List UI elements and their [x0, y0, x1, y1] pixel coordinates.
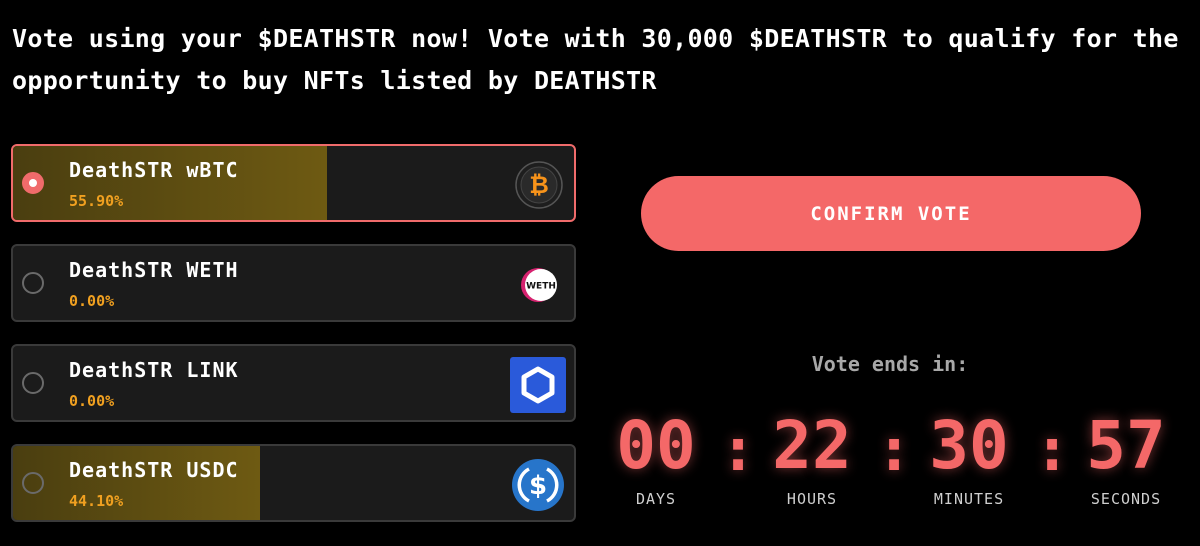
vote-option-wbtc[interactable]: DeathSTR wBTC 55.90% ₿ [11, 144, 576, 222]
minutes-value: 30 [929, 407, 1009, 484]
chainlink-icon [510, 357, 566, 413]
option-percent: 0.00% [69, 292, 115, 310]
weth-icon-text: WETH [526, 282, 556, 292]
radio-button[interactable] [22, 172, 44, 194]
countdown-minutes: 30 MINUTES [889, 407, 1049, 509]
vote-option-usdc[interactable]: DeathSTR USDC 44.10% $ [11, 444, 576, 522]
option-name: DeathSTR LINK [69, 358, 239, 382]
minutes-label: MINUTES [933, 490, 1005, 508]
hours-label: HOURS [786, 490, 838, 508]
vote-ends-label: Vote ends in: [811, 352, 969, 376]
days-value: 00 [616, 407, 696, 484]
svg-text:$: $ [529, 471, 547, 501]
radio-button[interactable] [22, 372, 44, 394]
seconds-value: 57 [1086, 407, 1166, 484]
usdc-icon: $ [512, 459, 564, 511]
option-percent: 0.00% [69, 392, 115, 410]
headline: Vote using your $DEATHSTR now! Vote with… [12, 24, 1179, 95]
countdown-seconds: 57 SECONDS [1046, 407, 1200, 509]
option-name: DeathSTR WETH [69, 258, 239, 282]
days-label: DAYS [635, 490, 677, 508]
option-percent: 44.10% [69, 492, 124, 510]
vote-option-link[interactable]: DeathSTR LINK 0.00% [11, 344, 576, 422]
svg-text:₿: ₿ [529, 171, 549, 199]
radio-button[interactable] [22, 272, 44, 294]
option-name: DeathSTR USDC [69, 458, 239, 482]
option-name: DeathSTR wBTC [69, 158, 239, 182]
countdown-days: 00 DAYS [576, 407, 736, 509]
countdown-hours: 22 HOURS [732, 407, 892, 509]
vote-option-weth[interactable]: DeathSTR WETH 0.00% WETH [11, 244, 576, 322]
radio-button[interactable] [22, 472, 44, 494]
bitcoin-icon: ₿ [515, 161, 563, 209]
countdown-timer: 00 DAYS : 22 HOURS : 30 MINUTES : 57 SEC… [600, 408, 1200, 518]
weth-icon: WETH [521, 268, 557, 302]
option-percent: 55.90% [69, 192, 124, 210]
confirm-vote-button[interactable]: CONFIRM VOTE [641, 176, 1141, 251]
vote-options-list: DeathSTR wBTC 55.90% ₿ DeathSTR WETH 0.0… [11, 144, 576, 544]
seconds-label: SECONDS [1090, 490, 1162, 508]
hours-value: 22 [772, 407, 852, 484]
